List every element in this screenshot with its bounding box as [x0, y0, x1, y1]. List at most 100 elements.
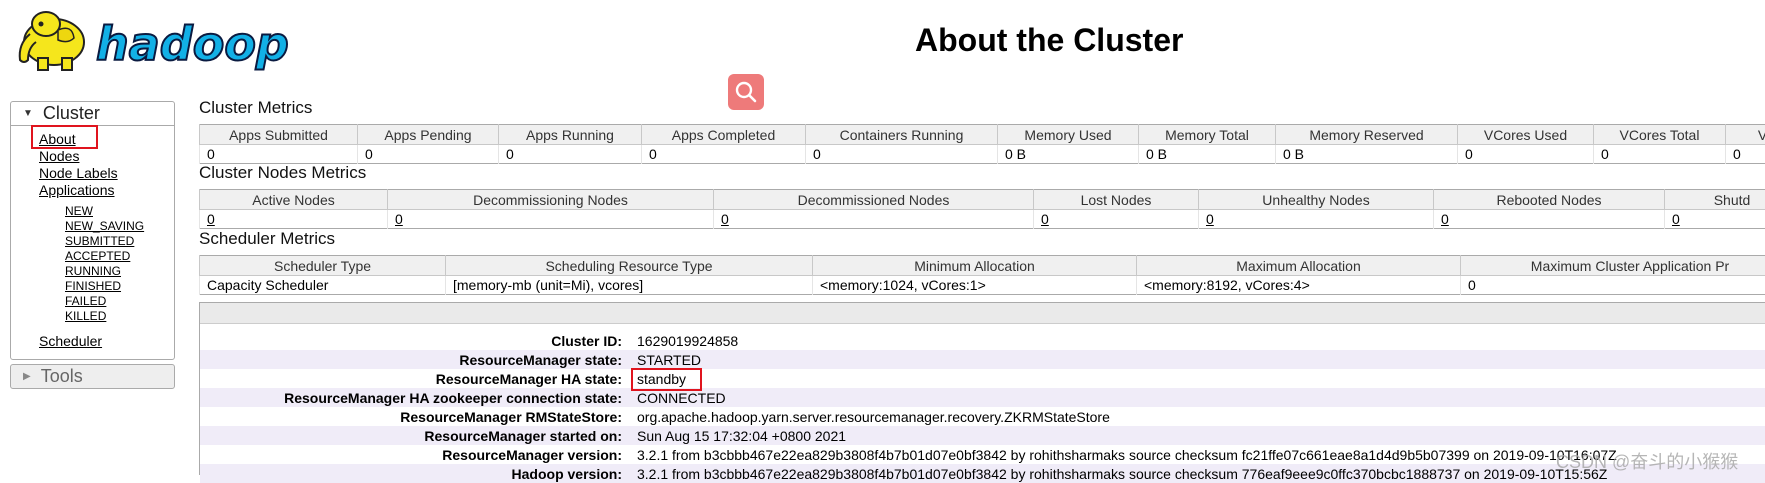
info-row-rm-statestore: ResourceManager RMStateStore: org.apache… — [200, 407, 1765, 426]
column-header[interactable]: Scheduling Resource Type — [446, 256, 813, 276]
info-label: ResourceManager HA state: — [200, 371, 637, 387]
column-header[interactable]: Maximum Allocation — [1137, 256, 1461, 276]
nav-app-state-accepted[interactable]: ACCEPTED — [65, 249, 130, 263]
nav-link-applications[interactable]: Applications — [39, 182, 115, 198]
table-cell: 0 — [200, 145, 358, 164]
tools-nav-label: Tools — [41, 366, 83, 387]
unhealthy-nodes-link[interactable]: 0 — [1199, 210, 1434, 229]
info-label: ResourceManager started on: — [200, 428, 637, 444]
nav-app-state-submitted[interactable]: SUBMITTED — [65, 234, 134, 248]
column-header[interactable]: Shutd — [1665, 190, 1765, 210]
column-header[interactable]: V — [1726, 125, 1765, 145]
table-cell: 0 B — [998, 145, 1139, 164]
info-value: 1629019924858 — [637, 333, 738, 349]
scheduler-metrics-header-row: Scheduler Type Scheduling Resource Type … — [200, 256, 1765, 276]
cluster-info-header — [200, 303, 1765, 324]
column-header[interactable]: Minimum Allocation — [813, 256, 1137, 276]
column-header[interactable]: Scheduler Type — [200, 256, 446, 276]
table-cell: 0 — [358, 145, 499, 164]
decommissioning-nodes-link[interactable]: 0 — [388, 210, 714, 229]
nodes-metrics-title: Cluster Nodes Metrics — [199, 163, 366, 183]
table-cell: 0 — [499, 145, 642, 164]
cluster-metrics-header-row: Apps Submitted Apps Pending Apps Running… — [200, 125, 1765, 145]
info-row-cluster-id: Cluster ID: 1629019924858 — [200, 331, 1765, 350]
column-header[interactable]: VCores Total — [1594, 125, 1726, 145]
table-cell: 0 — [806, 145, 998, 164]
info-row-zk-connection: ResourceManager HA zookeeper connection … — [200, 388, 1765, 407]
scheduler-metrics-title: Scheduler Metrics — [199, 229, 335, 249]
rebooted-nodes-link[interactable]: 0 — [1434, 210, 1665, 229]
page-title: About the Cluster — [915, 22, 1183, 59]
column-header[interactable]: Rebooted Nodes — [1434, 190, 1665, 210]
column-header[interactable]: Apps Running — [499, 125, 642, 145]
column-header[interactable]: Apps Submitted — [200, 125, 358, 145]
table-cell: [memory-mb (unit=Mi), vcores] — [446, 276, 813, 295]
column-header[interactable]: Lost Nodes — [1034, 190, 1199, 210]
column-header[interactable]: Memory Total — [1139, 125, 1276, 145]
active-nodes-link[interactable]: 0 — [200, 210, 388, 229]
table-cell: 0 B — [1139, 145, 1276, 164]
column-header[interactable]: Decommissioned Nodes — [714, 190, 1034, 210]
nav-app-state-new-saving[interactable]: NEW_SAVING — [65, 219, 144, 233]
nav-link-scheduler[interactable]: Scheduler — [39, 333, 102, 349]
info-value: CONNECTED — [637, 390, 726, 406]
tools-nav-panel[interactable]: ▶ Tools — [10, 364, 175, 389]
nav-link-node-labels[interactable]: Node Labels — [39, 165, 118, 181]
table-cell: <memory:8192, vCores:4> — [1137, 276, 1461, 295]
table-cell: 0 — [1461, 276, 1765, 295]
scheduler-metrics-table: Scheduler Type Scheduling Resource Type … — [199, 255, 1765, 295]
hadoop-logo: hadoop — [8, 4, 308, 76]
table-row: 0 0 0 0 0 0 B 0 B 0 B 0 0 0 — [200, 145, 1765, 164]
column-header[interactable]: Unhealthy Nodes — [1199, 190, 1434, 210]
nav-app-state-finished[interactable]: FINISHED — [65, 279, 121, 293]
nodes-metrics-table: Active Nodes Decommissioning Nodes Decom… — [199, 189, 1765, 229]
cluster-nav-header[interactable]: ▼ Cluster — [11, 102, 174, 126]
info-row-hadoop-version: Hadoop version: 3.2.1 from b3cbbb467e22e… — [200, 464, 1765, 483]
column-header[interactable]: Containers Running — [806, 125, 998, 145]
nav-app-state-killed[interactable]: KILLED — [65, 309, 106, 323]
nav-app-state-running[interactable]: RUNNING — [65, 264, 121, 278]
lost-nodes-link[interactable]: 0 — [1034, 210, 1199, 229]
info-label: ResourceManager RMStateStore: — [200, 409, 637, 425]
info-value: STARTED — [637, 352, 701, 368]
info-value: 3.2.1 from b3cbbb467e22ea829b3808f4b7b01… — [637, 466, 1607, 482]
nodes-metrics-header-row: Active Nodes Decommissioning Nodes Decom… — [200, 190, 1765, 210]
shutdown-nodes-link[interactable]: 0 — [1665, 210, 1765, 229]
cluster-info-panel: Cluster ID: 1629019924858 ResourceManage… — [199, 302, 1765, 475]
ha-state-value-wrap: standby — [637, 371, 686, 387]
column-header[interactable]: Apps Completed — [642, 125, 806, 145]
nav-app-state-failed[interactable]: FAILED — [65, 294, 106, 308]
column-header[interactable]: Active Nodes — [200, 190, 388, 210]
info-value: 3.2.1 from b3cbbb467e22ea829b3808f4b7b01… — [637, 447, 1617, 463]
nav-app-state-new[interactable]: NEW — [65, 204, 93, 218]
table-row: Capacity Scheduler [memory-mb (unit=Mi),… — [200, 276, 1765, 295]
column-header[interactable]: VCores Used — [1458, 125, 1594, 145]
column-header[interactable]: Apps Pending — [358, 125, 499, 145]
ha-state-highlight-box — [631, 368, 702, 391]
column-header[interactable]: Maximum Cluster Application Pr — [1461, 256, 1765, 276]
column-header[interactable]: Memory Reserved — [1276, 125, 1458, 145]
info-label: Cluster ID: — [200, 333, 637, 349]
column-header[interactable]: Memory Used — [998, 125, 1139, 145]
elephant-icon — [20, 12, 84, 70]
info-row-rm-started: ResourceManager started on: Sun Aug 15 1… — [200, 426, 1765, 445]
table-cell: 0 — [642, 145, 806, 164]
info-row-rm-version: ResourceManager version: 3.2.1 from b3cb… — [200, 445, 1765, 464]
search-button[interactable] — [728, 74, 764, 110]
decommissioned-nodes-link[interactable]: 0 — [714, 210, 1034, 229]
info-value: org.apache.hadoop.yarn.server.resourcema… — [637, 409, 1110, 425]
info-label: ResourceManager state: — [200, 352, 637, 368]
table-row: 0 0 0 0 0 0 0 — [200, 210, 1765, 229]
table-cell: Capacity Scheduler — [200, 276, 446, 295]
watermark: CSDN @奋斗的小猴猴 — [1556, 448, 1738, 474]
column-header[interactable]: Decommissioning Nodes — [388, 190, 714, 210]
cluster-nav-label: Cluster — [43, 103, 100, 124]
info-label: ResourceManager version: — [200, 447, 637, 463]
caret-right-icon: ▶ — [23, 371, 31, 382]
info-label: ResourceManager HA zookeeper connection … — [200, 390, 637, 406]
about-highlight-box — [31, 125, 98, 149]
info-value: Sun Aug 15 17:32:04 +0800 2021 — [637, 428, 846, 444]
table-cell: 0 B — [1276, 145, 1458, 164]
nav-link-nodes[interactable]: Nodes — [39, 148, 79, 164]
cluster-metrics-title: Cluster Metrics — [199, 98, 312, 118]
